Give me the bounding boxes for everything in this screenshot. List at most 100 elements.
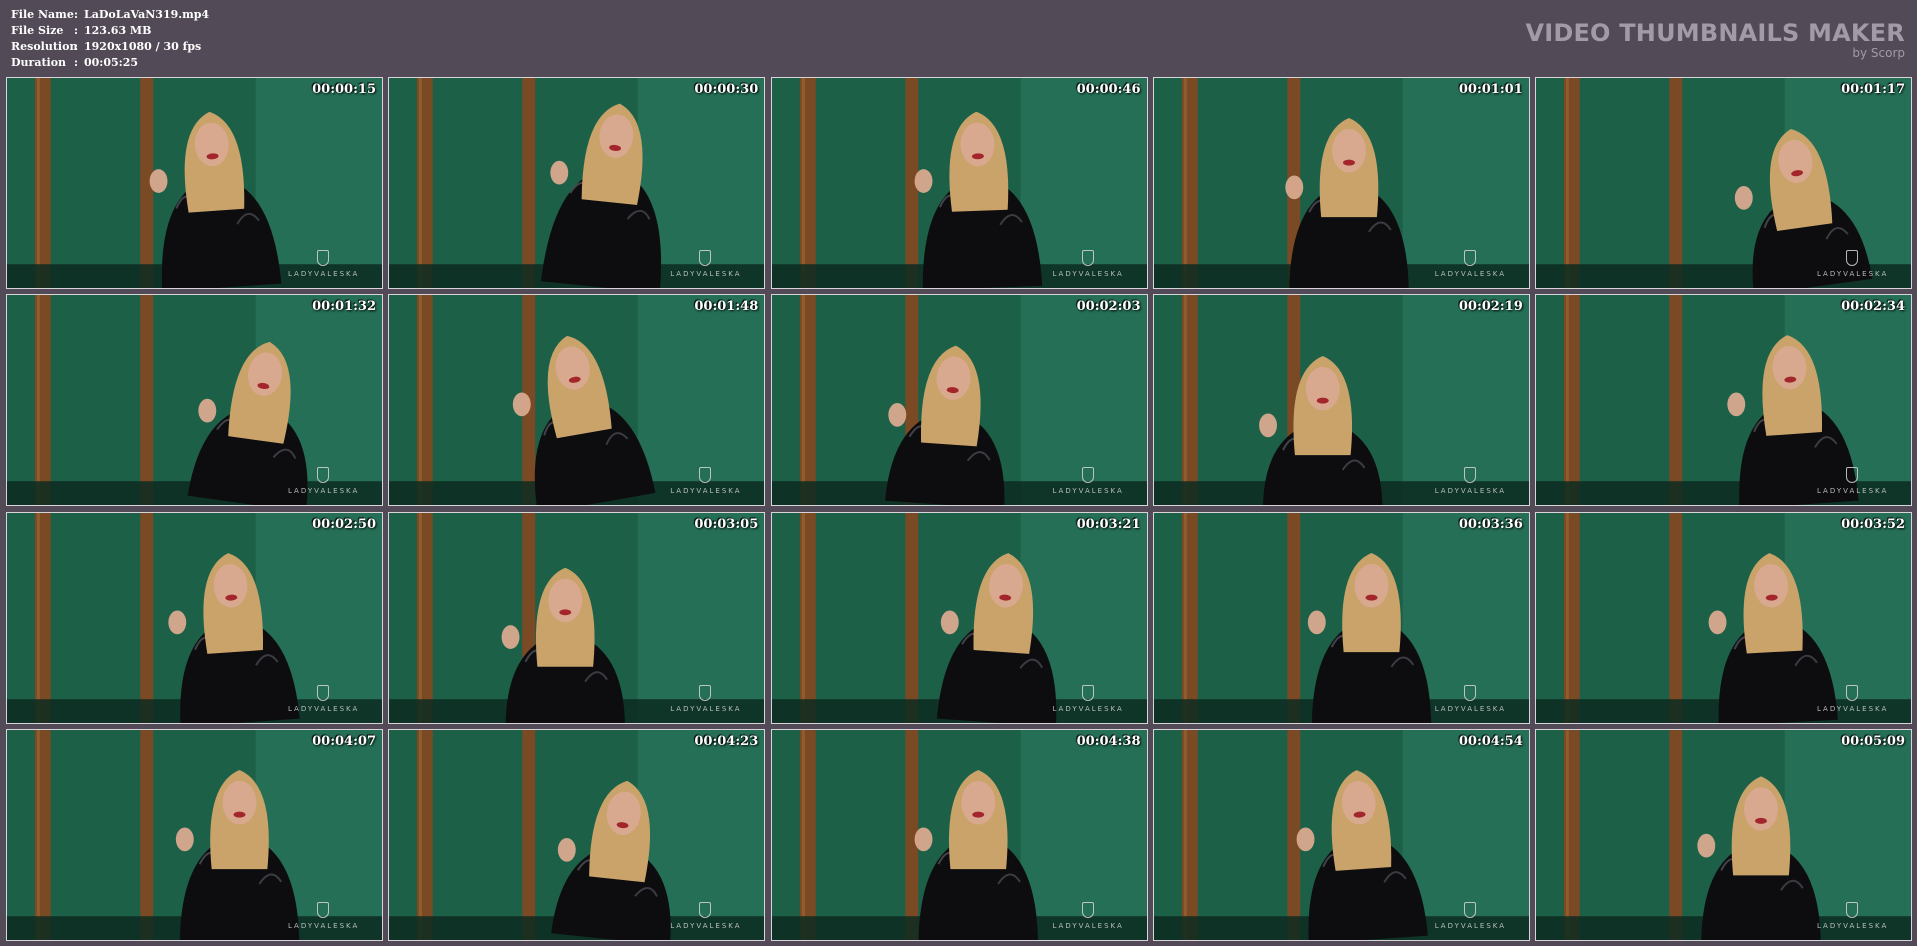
watermark-text: LADYVALESKA: [1817, 921, 1889, 930]
crest-icon: [1463, 901, 1476, 918]
watermark-text: LADYVALESKA: [288, 487, 360, 496]
video-thumbnail: 00:00:30 LADYVALESKA: [388, 77, 766, 289]
crest-icon: [317, 467, 329, 484]
thumbnail-timestamp: 00:00:46: [1076, 82, 1141, 97]
video-thumbnail: 00:02:50 LADYVALESKA: [6, 511, 383, 724]
thumbnail-timestamp: 00:03:36: [1458, 516, 1523, 532]
thumbnail-timestamp: 00:05:09: [1841, 733, 1905, 749]
watermark-logo: LADYVALESKA: [1817, 684, 1887, 713]
thumbnail-timestamp: 00:00:15: [312, 82, 376, 97]
thumbnail-timestamp: 00:01:32: [312, 299, 376, 315]
file-info-row: Resolution : 1920x1080 / 30 fps: [11, 39, 209, 55]
watermark-text: LADYVALESKA: [1434, 270, 1507, 278]
file-name-label: File Name: [11, 8, 74, 21]
video-thumbnail: 00:01:01 LADYVALESKA: [1152, 77, 1530, 289]
watermark-text: LADYVALESKA: [1817, 270, 1889, 278]
watermark-text: LADYVALESKA: [1434, 921, 1507, 930]
contact-sheet: File Name : LaDoLaVaN319.mp4 File Size :…: [0, 0, 1917, 946]
file-size-value: 123.63 MB: [84, 24, 152, 37]
watermark-text: LADYVALESKA: [670, 704, 742, 713]
watermark-text: LADYVALESKA: [1434, 704, 1507, 713]
watermark-logo: LADYVALESKA: [1434, 901, 1507, 930]
header: File Name : LaDoLaVaN319.mp4 File Size :…: [0, 0, 1917, 74]
thumbnail-timestamp: 00:04:38: [1076, 733, 1141, 749]
file-info-row: File Name : LaDoLaVaN319.mp4: [11, 7, 209, 23]
watermark-logo: LADYVALESKA: [670, 684, 742, 713]
watermark-logo: LADYVALESKA: [1435, 467, 1505, 495]
file-info-row: File Size : 123.63 MB: [11, 23, 209, 39]
video-thumbnail: 00:01:32 LADYVALESKA: [6, 294, 383, 507]
thumbnail-timestamp: 00:00:30: [694, 82, 759, 97]
thumbnail-timestamp: 00:01:48: [694, 299, 759, 315]
watermark-logo: LADYVALESKA: [288, 901, 360, 930]
watermark-logo: LADYVALESKA: [288, 684, 360, 713]
watermark-logo: LADYVALESKA: [1053, 250, 1123, 278]
file-name-value: LaDoLaVaN319.mp4: [84, 8, 210, 21]
brand-title: VIDEO THUMBNAILS MAKER: [1525, 19, 1905, 47]
video-thumbnail: 00:03:36 LADYVALESKA: [1152, 511, 1530, 724]
crest-icon: [1463, 684, 1476, 701]
watermark-logo: LADYVALESKA: [288, 250, 358, 278]
thumbnail-timestamp: 00:02:50: [312, 516, 376, 532]
crest-icon: [317, 684, 329, 701]
watermark-logo: LADYVALESKA: [1817, 901, 1889, 930]
watermark-logo: LADYVALESKA: [670, 901, 742, 930]
watermark-text: LADYVALESKA: [1434, 487, 1507, 496]
video-thumbnail: 00:03:52 LADYVALESKA: [1535, 511, 1912, 724]
separator: :: [74, 40, 79, 53]
brand-subtitle: by Scorp: [1852, 46, 1905, 60]
duration-value: 00:05:25: [84, 56, 139, 69]
thumbnail-timestamp: 00:01:17: [1841, 82, 1905, 97]
video-thumbnail: 00:02:34 LADYVALESKA: [1535, 294, 1912, 507]
separator: :: [74, 8, 79, 21]
crest-icon: [699, 684, 712, 701]
thumbnail-timestamp: 00:02:03: [1076, 299, 1141, 315]
thumbnail-timestamp: 00:03:21: [1076, 516, 1141, 532]
thumbnail-timestamp: 00:04:23: [694, 733, 759, 749]
watermark-logo: LADYVALESKA: [288, 467, 358, 495]
watermark-text: LADYVALESKA: [670, 487, 742, 496]
separator: :: [74, 24, 79, 37]
watermark-text: LADYVALESKA: [670, 921, 742, 930]
video-thumbnail: 00:03:21 LADYVALESKA: [770, 511, 1148, 724]
crest-icon: [1463, 467, 1476, 484]
duration-label: Duration: [11, 56, 67, 69]
thumbnail-timestamp: 00:02:19: [1458, 299, 1523, 315]
file-info-row: Duration : 00:05:25: [11, 55, 209, 71]
crest-icon: [1081, 250, 1094, 266]
crest-icon: [317, 250, 329, 266]
crest-icon: [699, 901, 712, 918]
thumbnail-grid: 00:00:15 LADYVALESKA 00:00:30 LADYVALESKA 00…: [6, 77, 1912, 943]
watermark-text: LADYVALESKA: [1052, 487, 1124, 496]
thumbnail-timestamp: 00:03:52: [1841, 516, 1905, 532]
video-thumbnail: 00:04:54 LADYVALESKA: [1152, 728, 1530, 941]
watermark-text: LADYVALESKA: [288, 921, 360, 930]
watermark-text: LADYVALESKA: [1052, 270, 1124, 278]
watermark-logo: LADYVALESKA: [1053, 467, 1123, 495]
watermark-logo: LADYVALESKA: [1435, 250, 1505, 278]
crest-icon: [317, 901, 329, 918]
file-info: File Name : LaDoLaVaN319.mp4 File Size :…: [11, 7, 209, 71]
video-thumbnail: 00:02:03 LADYVALESKA: [770, 294, 1148, 507]
thumbnail-timestamp: 00:04:07: [312, 733, 376, 749]
video-thumbnail: 00:05:09 LADYVALESKA: [1535, 728, 1912, 941]
video-thumbnail: 00:01:17 LADYVALESKA: [1535, 77, 1912, 289]
video-thumbnail: 00:04:38 LADYVALESKA: [770, 728, 1148, 941]
watermark-logo: LADYVALESKA: [1817, 467, 1887, 495]
watermark-logo: LADYVALESKA: [670, 250, 740, 278]
crest-icon: [1081, 684, 1094, 701]
thumbnail-timestamp: 00:02:34: [1841, 299, 1905, 315]
watermark-logo: LADYVALESKA: [1053, 684, 1123, 713]
watermark-logo: LADYVALESKA: [670, 467, 740, 495]
watermark-logo: LADYVALESKA: [1434, 684, 1507, 713]
watermark-text: LADYVALESKA: [1817, 487, 1889, 496]
separator: :: [74, 56, 79, 69]
watermark-text: LADYVALESKA: [288, 704, 360, 713]
video-thumbnail: 00:00:15 LADYVALESKA: [6, 77, 383, 289]
video-thumbnail: 00:03:05 LADYVALESKA: [388, 511, 766, 724]
video-thumbnail: 00:00:46 LADYVALESKA: [770, 77, 1148, 289]
watermark-text: LADYVALESKA: [288, 270, 360, 278]
resolution-value: 1920x1080 / 30 fps: [84, 40, 202, 53]
crest-icon: [699, 250, 712, 266]
watermark-text: LADYVALESKA: [1052, 921, 1124, 930]
